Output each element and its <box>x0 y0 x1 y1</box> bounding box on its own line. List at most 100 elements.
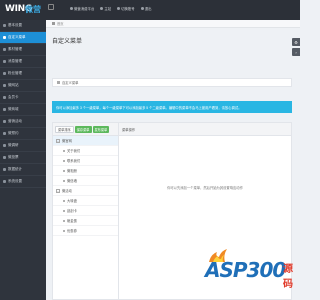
watermark-text: ASP300 <box>205 258 286 282</box>
tree-item-parent[interactable]: − 微官网 <box>53 136 118 146</box>
menu-icon <box>3 36 6 39</box>
collapse-icon[interactable]: − <box>56 188 60 193</box>
tree-item-label: 优惠券 <box>67 229 77 233</box>
sidebar-item-stats[interactable]: 数据统计 <box>0 164 46 176</box>
topnav-label: 切换账号 <box>121 7 135 11</box>
gear-icon <box>3 180 6 183</box>
breadcrumb-current[interactable]: 首页 <box>57 21 64 26</box>
alert-text: 你可以添加最多 3 个一级菜单，每个一级菜单下可以添加最多 5 个二级菜单。编辑… <box>56 105 242 110</box>
logo[interactable]: WING 微营 <box>0 0 46 20</box>
topnav-switch-account[interactable]: 切换账号 <box>117 6 135 11</box>
topnav-label: 主站 <box>104 7 112 11</box>
calendar-icon <box>3 132 6 135</box>
cart-icon <box>3 108 6 111</box>
logout-icon <box>140 7 144 10</box>
panel-heading: 自定义菜单 <box>52 78 292 87</box>
sidebar-item-marketing[interactable]: 营销活动 <box>0 116 46 128</box>
sidebar-item-survey[interactable]: 微调研 <box>0 140 46 152</box>
tree-item-child[interactable]: 微信墙 <box>53 176 118 186</box>
sidebar-item-label: 自定义菜单 <box>8 35 26 39</box>
topnav-label: 微营消费平台 <box>74 7 95 11</box>
sidebar-item-microsite[interactable]: 微网站 <box>0 80 46 92</box>
topnav-logout[interactable]: 退出 <box>140 6 151 11</box>
gear-icon[interactable]: ⚙ <box>292 38 300 46</box>
clipboard-icon <box>3 144 6 147</box>
info-alert: 你可以添加最多 3 个一级菜单，每个一级菜单下可以添加最多 5 个二级菜单。编辑… <box>52 101 292 113</box>
chart-icon <box>3 168 6 171</box>
sidebar-item-label: 粉丝管理 <box>8 71 22 75</box>
sidebar-item-label: 微网站 <box>8 83 19 87</box>
sidebar-toggle-icon[interactable] <box>48 4 54 10</box>
tree-item-label: 大转盘 <box>67 199 77 203</box>
breadcrumb: 首页 <box>46 20 300 28</box>
folder-icon <box>3 48 6 51</box>
panel-heading-label: 自定义菜单 <box>62 81 79 85</box>
gift-icon <box>3 120 6 123</box>
list-icon <box>57 81 60 84</box>
sidebar-item-basic-settings[interactable]: 基本设置 <box>0 20 46 32</box>
globe-icon <box>3 84 6 87</box>
sidebar-item-label: 营销活动 <box>8 119 22 123</box>
bullet-icon <box>63 219 65 222</box>
sidebar-item-custom-menu[interactable]: 自定义菜单 <box>0 32 46 44</box>
top-nav: 微营消费平台 主站 切换账号 退出 <box>70 6 151 11</box>
sidebar-item-label: 消息管理 <box>8 59 22 63</box>
bullet-icon <box>63 229 65 232</box>
bullet-icon <box>63 149 65 152</box>
right-toolbar: ⚙ › <box>292 38 300 56</box>
card-icon <box>3 96 6 99</box>
sidebar-item-mall[interactable]: 微商城 <box>0 104 46 116</box>
sidebar: 基本设置 自定义菜单 素材管理 消息管理 粉丝管理 微网站 会员卡 微商城 营销… <box>0 20 46 300</box>
menu-tree: − 微官网 关于我们 联系我们 微相册 微信墙 − 微活动 大转盘 刮刮卡 砸金蛋 … <box>53 136 119 299</box>
menu-action-header: 菜单操作 <box>119 123 291 136</box>
tree-item-child[interactable]: 微相册 <box>53 166 118 176</box>
tree-item-label: 刮刮卡 <box>67 209 77 213</box>
tree-item-child[interactable]: 大转盘 <box>53 196 118 206</box>
message-icon <box>3 60 6 63</box>
sidebar-item-fans[interactable]: 粉丝管理 <box>0 68 46 80</box>
sidebar-item-vote[interactable]: 微投票 <box>0 152 46 164</box>
topnav-platform[interactable]: 微营消费平台 <box>70 6 94 11</box>
user-icon <box>117 7 121 10</box>
top-header: WING 微营 微营消费平台 主站 切换账号 退出 <box>0 0 300 20</box>
tree-item-label: 微官网 <box>62 139 72 143</box>
collapse-icon[interactable]: − <box>56 138 60 143</box>
tree-item-label: 关于我们 <box>67 149 81 153</box>
bullet-icon <box>63 209 65 212</box>
sidebar-item-label: 数据统计 <box>8 167 22 171</box>
bullet-icon <box>63 169 65 172</box>
check-icon <box>3 156 6 159</box>
bullet-icon <box>63 199 65 202</box>
bullet-icon <box>63 159 65 162</box>
tree-item-parent[interactable]: − 微活动 <box>53 186 118 196</box>
sidebar-item-label: 系统设置 <box>8 179 22 183</box>
tree-item-label: 微活动 <box>62 189 72 193</box>
chevron-icon[interactable]: › <box>292 48 300 56</box>
sidebar-item-booking[interactable]: 微预约 <box>0 128 46 140</box>
tree-item-label: 微相册 <box>67 169 77 173</box>
tree-item-label: 砸金蛋 <box>67 219 77 223</box>
sidebar-item-label: 微投票 <box>8 155 19 159</box>
tree-item-child[interactable]: 联系我们 <box>53 156 118 166</box>
sidebar-item-member-card[interactable]: 会员卡 <box>0 92 46 104</box>
home-icon <box>100 7 104 10</box>
editor-toolbar: 菜单排序 保存菜单 发布菜单 <box>53 123 119 136</box>
watermark-cn: 源码 <box>283 264 293 290</box>
page-title: 自定义菜单 <box>52 39 83 45</box>
users-icon <box>3 72 6 75</box>
publish-menu-button[interactable]: 发布菜单 <box>92 125 110 133</box>
tree-item-label: 微信墙 <box>67 179 77 183</box>
sidebar-item-materials[interactable]: 素材管理 <box>0 44 46 56</box>
sidebar-item-system[interactable]: 系统设置 <box>0 176 46 188</box>
sidebar-item-messages[interactable]: 消息管理 <box>0 56 46 68</box>
save-menu-button[interactable]: 保存菜单 <box>74 125 92 133</box>
home-icon[interactable] <box>52 22 55 25</box>
settings-icon <box>3 24 6 27</box>
tree-item-child[interactable]: 砸金蛋 <box>53 216 118 226</box>
sidebar-item-label: 会员卡 <box>8 95 19 99</box>
topnav-home[interactable]: 主站 <box>100 6 111 11</box>
tree-item-child[interactable]: 优惠券 <box>53 226 118 236</box>
tree-item-child[interactable]: 刮刮卡 <box>53 206 118 216</box>
sort-menu-button[interactable]: 菜单排序 <box>55 125 74 133</box>
tree-item-child[interactable]: 关于我们 <box>53 146 118 156</box>
